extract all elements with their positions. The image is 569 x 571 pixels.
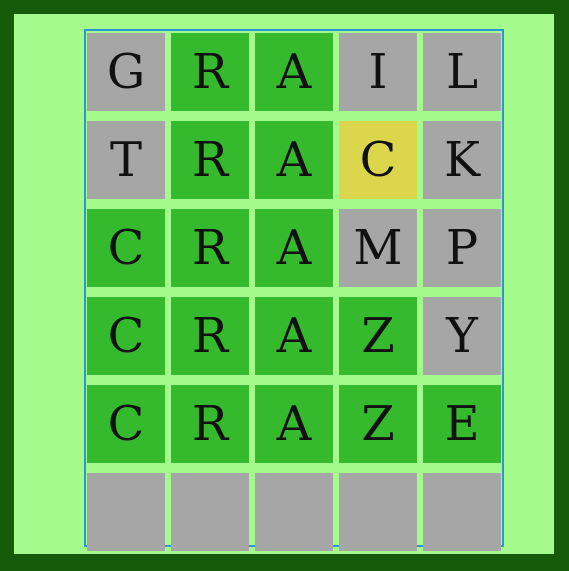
tile-r2-c4: C: [339, 121, 417, 199]
tile-r6-c4: [339, 473, 417, 551]
tile-r6-c2: [171, 473, 249, 551]
tile-r2-c1: T: [87, 121, 165, 199]
tile-r6-c3: [255, 473, 333, 551]
tile-r3-c4: M: [339, 209, 417, 287]
tile-r3-c3: A: [255, 209, 333, 287]
tile-r5-c4: Z: [339, 385, 417, 463]
tile-r2-c5: K: [423, 121, 501, 199]
tile-r5-c2: R: [171, 385, 249, 463]
tile-r1-c1: G: [87, 33, 165, 111]
tile-r1-c5: L: [423, 33, 501, 111]
tile-r1-c2: R: [171, 33, 249, 111]
tile-r4-c2: R: [171, 297, 249, 375]
tile-r1-c3: A: [255, 33, 333, 111]
tile-r3-c1: C: [87, 209, 165, 287]
tile-r3-c5: P: [423, 209, 501, 287]
tile-r2-c3: A: [255, 121, 333, 199]
tile-r4-c5: Y: [423, 297, 501, 375]
tile-r4-c1: C: [87, 297, 165, 375]
tile-r4-c3: A: [255, 297, 333, 375]
tile-r4-c4: Z: [339, 297, 417, 375]
tile-r6-c5: [423, 473, 501, 551]
tile-r6-c1: [87, 473, 165, 551]
tile-r2-c2: R: [171, 121, 249, 199]
tile-r5-c5: E: [423, 385, 501, 463]
word-grid: GRAILTRACKCRAMPCRAZYCRAZE: [84, 29, 504, 551]
tile-r5-c1: C: [87, 385, 165, 463]
tile-r3-c2: R: [171, 209, 249, 287]
tile-r1-c4: I: [339, 33, 417, 111]
tile-r5-c3: A: [255, 385, 333, 463]
